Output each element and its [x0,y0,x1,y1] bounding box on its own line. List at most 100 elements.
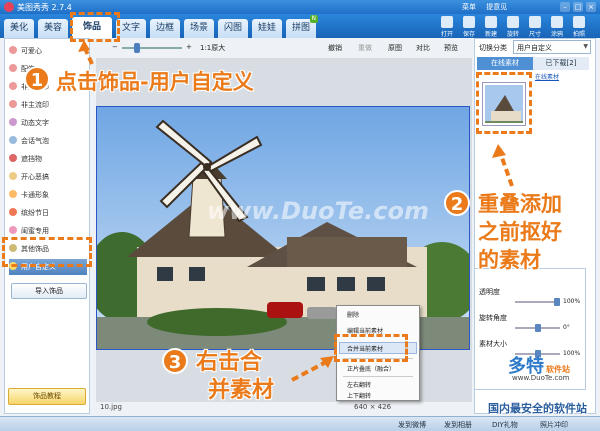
sidebar-item-speech-bubble[interactable]: 会话气泡 [9,133,87,149]
sidebar-item-animated-text[interactable]: 动态文字 [9,115,87,131]
sidebar-item-label: 会话气泡 [21,137,49,145]
rotate-angle-handle[interactable] [535,324,541,332]
redo-button[interactable]: 重做 [358,43,372,53]
share-album-button[interactable]: 发到相册 [444,420,472,430]
menu-item-multiply-blend[interactable]: 正片叠底（融合） [347,364,395,373]
sidebar-item-stamp-b[interactable]: 非主流印 [9,97,87,113]
save-icon [463,16,475,28]
open-icon [441,16,453,28]
resize-icon [529,16,541,28]
menu-item-flip-vertical[interactable]: 上下翻转 [347,391,371,400]
opacity-handle[interactable] [554,298,560,306]
doodle-button[interactable]: 涂鸦 [548,16,566,38]
save-button[interactable]: 保存 [460,16,478,38]
tab-beautify[interactable]: 美化 [4,19,34,38]
resize-label: 尺寸 [528,31,541,38]
zoom-out-icon[interactable]: − [112,43,118,51]
tab-text[interactable]: 文字 [116,19,146,38]
rotate-icon [507,16,519,28]
tab-frame[interactable]: 边框 [150,19,180,38]
opacity-value: 100% [563,298,581,305]
zoom-handle[interactable] [134,43,140,53]
tab-collage-label: 拼图 [291,23,310,33]
sidebar-item-festival[interactable]: 缤纷节日 [9,205,87,221]
import-accessory-button[interactable]: 导入饰品 [11,283,87,299]
online-material-link[interactable]: 在线素材 [535,72,559,81]
duote-watermark: 多特 软件站 www.DuoTe.com 国内最安全的软件站 [488,352,598,416]
step-2-number: 2 [444,190,470,216]
step-1-number: 1 [24,66,50,92]
doodle-icon [551,16,563,28]
highlight-thumbnail [476,72,532,134]
app-logo-icon [4,2,14,12]
close-icon[interactable]: × [586,2,596,12]
feedback-link[interactable]: 提意见 [486,3,507,11]
highlight-user-custom [2,237,92,267]
sidebar-item-occluder[interactable]: 遮挡物 [9,151,87,167]
mask-icon [9,154,17,162]
text-icon [9,118,17,126]
tab-scene[interactable]: 场景 [184,19,214,38]
minimize-icon[interactable]: – [560,2,570,12]
camera-label: 拍照 [572,31,585,38]
preview-button[interactable]: 预览 [444,43,458,53]
camera-icon [573,16,585,28]
accessory-tutorial-button[interactable]: 饰品教程 [8,388,86,405]
opacity-slider[interactable] [515,298,560,306]
window-controls: – □ × [557,2,596,12]
sidebar-item-cute-heart[interactable]: 可爱心 [9,43,87,59]
sidebar-item-label: 卡通形象 [21,191,49,199]
festival-icon [9,208,17,216]
rotate-angle-slider[interactable] [515,324,560,332]
image-dimensions: 640 × 426 [354,403,392,411]
bubble-icon [9,136,17,144]
sidebar-item-funny[interactable]: 开心恶搞 [9,169,87,185]
tab-flash[interactable]: 闪图 [218,19,248,38]
resize-button[interactable]: 尺寸 [526,16,544,38]
tab-beauty[interactable]: 美容 [38,19,68,38]
category-dropdown[interactable]: 用户自定义 [513,40,591,54]
sidebar-item-label: 闺蜜专用 [21,227,49,235]
step-1-instruction: 点击饰品-用户自定义 [56,70,254,94]
compare-button[interactable]: 对比 [416,43,430,53]
menu-separator [343,376,413,377]
sidebar-item-label: 缤纷节日 [21,209,49,217]
step-2-line-1: 重叠添加 [478,192,562,216]
tab-collage[interactable]: 拼图 N [286,15,318,38]
menu-link[interactable]: 菜单 [462,3,476,11]
open-label: 打开 [440,31,453,38]
new-button[interactable]: 新建 [482,16,500,38]
camera-button[interactable]: 拍照 [570,16,588,38]
rotate-button[interactable]: 旋转 [504,16,522,38]
tab-downloaded[interactable]: 已下载[2] [533,57,589,70]
diy-gift-button[interactable]: DIY礼物 [492,420,518,430]
zoom-slider[interactable] [122,43,182,53]
share-bar: 发到微博 发到相册 DIY礼物 照片冲印 [0,416,600,431]
maximize-icon[interactable]: □ [573,2,583,12]
open-button[interactable]: 打开 [438,16,456,38]
zoom-ratio[interactable]: 1:1原大 [200,43,225,53]
share-weibo-button[interactable]: 发到微博 [398,420,426,430]
menu-item-delete[interactable]: 删除 [347,310,359,319]
cartoon-icon [9,190,17,198]
stamp-icon [9,82,17,90]
sidebar-item-cartoon[interactable]: 卡通形象 [9,187,87,203]
undo-button[interactable]: 撤销 [328,43,342,53]
step-2-line-2: 之前抠好 [478,220,562,244]
photo-print-button[interactable]: 照片冲印 [540,420,568,430]
sidebar-item-label: 可爱心 [21,47,42,55]
zoom-in-icon[interactable]: + [186,43,192,51]
duote-brand-sub: 软件站 [546,365,570,374]
app-title: 美图秀秀 2.7.4 [17,3,72,12]
tab-online-material[interactable]: 在线素材 [477,57,533,70]
heart-icon [9,46,17,54]
original-button[interactable]: 原图 [388,43,402,53]
smile-icon [9,172,17,180]
sidebar-item-label: 非主流印 [21,101,49,109]
title-links: 菜单 提意见 [462,2,515,12]
sidebar-item-label: 动态文字 [21,119,49,127]
tab-doll[interactable]: 娃娃 [252,19,282,38]
step-3-line-2: 并素材 [208,378,275,403]
menu-item-flip-horizontal[interactable]: 左右翻转 [347,380,371,389]
bestie-icon [9,226,17,234]
